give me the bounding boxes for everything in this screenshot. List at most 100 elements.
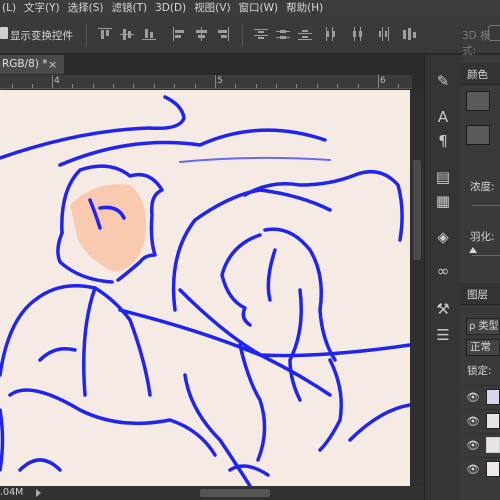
horizontal-scroll-thumb[interactable] bbox=[200, 489, 270, 497]
sketch-stroke bbox=[171, 188, 332, 312]
layer-thumbnail bbox=[486, 413, 500, 429]
options-bar: 显示变换控件 3D 模式: bbox=[0, 16, 500, 57]
eye-icon[interactable]: 👁 bbox=[466, 391, 480, 404]
3d-icon[interactable]: ◈ bbox=[433, 227, 453, 247]
show-transform-label: 显示变换控件 bbox=[10, 30, 73, 42]
sketch-stroke bbox=[178, 288, 332, 397]
ruler-tick bbox=[52, 75, 53, 88]
opacity-label: 浓度: bbox=[470, 181, 495, 193]
color-panel-header[interactable]: 颜色 bbox=[460, 63, 500, 85]
layers-panel-title: 图层 bbox=[467, 289, 488, 301]
ruler-label: 5 bbox=[217, 76, 223, 86]
sketch-stroke bbox=[288, 288, 303, 402]
lock-label: 锁定: bbox=[467, 365, 492, 377]
adjust-icon[interactable]: ☰ bbox=[433, 325, 453, 345]
menu-bar: (L) 文字(Y) 选择(S) 滤镜(T) 3D(D) 视图(V) 窗口(W) … bbox=[0, 0, 500, 16]
eye-icon[interactable]: 👁 bbox=[466, 463, 480, 476]
show-transform-checkbox[interactable] bbox=[0, 27, 8, 39]
menu-3d[interactable]: 3D(D) bbox=[151, 0, 190, 16]
swatch-button[interactable] bbox=[466, 91, 490, 111]
sketch-stroke bbox=[18, 458, 62, 472]
opacity-slider[interactable] bbox=[472, 205, 500, 206]
options-divider bbox=[86, 24, 87, 46]
align-left-icon[interactable] bbox=[172, 27, 186, 41]
options-divider bbox=[242, 24, 243, 46]
brush-tool-icon[interactable]: ✎ bbox=[433, 71, 453, 91]
swatch-button[interactable] bbox=[466, 125, 490, 145]
layers-panel-header[interactable]: 图层 bbox=[460, 283, 500, 305]
align-bottom-icon[interactable] bbox=[142, 27, 156, 41]
sketch-stroke bbox=[179, 156, 331, 163]
ruler-tick bbox=[215, 75, 216, 88]
menu-layer[interactable]: (L) bbox=[0, 0, 20, 16]
sketch-stroke bbox=[238, 343, 267, 462]
skin-fill bbox=[70, 184, 146, 272]
cc-libraries-icon[interactable]: ∞ bbox=[433, 261, 453, 281]
layer-row[interactable]: 👁 bbox=[460, 457, 500, 479]
sketch-stroke bbox=[220, 233, 262, 327]
properties-icon[interactable]: ▤ bbox=[433, 167, 453, 187]
align-vertical-center-icon[interactable] bbox=[120, 27, 134, 41]
distribute-bottom-icon[interactable] bbox=[298, 27, 312, 41]
menu-select[interactable]: 选择(S) bbox=[64, 0, 108, 16]
align-horizontal-center-icon[interactable] bbox=[194, 27, 208, 41]
canvas[interactable] bbox=[0, 90, 410, 486]
sketch-stroke bbox=[82, 286, 97, 397]
sketch-stroke bbox=[118, 308, 410, 358]
brush-settings-icon[interactable]: ⚒ bbox=[433, 299, 453, 319]
sketch-stroke bbox=[348, 403, 410, 442]
distribute-vertical-center-icon[interactable] bbox=[276, 27, 290, 41]
menu-filter[interactable]: 滤镜(T) bbox=[108, 0, 152, 16]
ruler-label: 6 bbox=[380, 76, 386, 86]
layer-thumbnail bbox=[486, 461, 500, 477]
distribute-left-icon[interactable] bbox=[324, 27, 338, 41]
character-icon[interactable]: A bbox=[433, 107, 453, 127]
3d-orbit-icon[interactable] bbox=[488, 25, 500, 41]
sketch-drawing bbox=[0, 95, 410, 486]
align-top-icon[interactable] bbox=[98, 27, 112, 41]
distribute-top-icon[interactable] bbox=[254, 27, 268, 41]
scroll-thumb[interactable] bbox=[413, 160, 421, 260]
horizontal-ruler: 4 5 6 bbox=[0, 75, 412, 89]
status-bar: .04M bbox=[0, 486, 424, 500]
blend-mode-select[interactable]: 正常 bbox=[466, 339, 500, 356]
distribute-right-icon[interactable] bbox=[376, 27, 390, 41]
menu-help[interactable]: 帮助(H) bbox=[282, 0, 327, 16]
eye-icon[interactable]: 👁 bbox=[466, 415, 480, 428]
vertical-scrollbar[interactable] bbox=[410, 90, 424, 486]
document-tab-title: RGB/8) * bbox=[2, 58, 48, 70]
notes-icon[interactable]: ▦ bbox=[433, 191, 453, 211]
ruler-tick bbox=[378, 75, 379, 88]
sketch-stroke bbox=[0, 284, 152, 397]
document-size: .04M bbox=[0, 487, 24, 498]
layer-kind-filter[interactable]: ρ 类型 bbox=[466, 318, 500, 335]
panel-icon-strip: ✎ A ¶ ▤ ▦ ◈ ∞ ⚒ ☰ bbox=[424, 55, 460, 500]
menu-window[interactable]: 窗口(W) bbox=[235, 0, 283, 16]
sketch-stroke bbox=[0, 95, 186, 160]
sketch-stroke bbox=[0, 408, 5, 472]
layer-row[interactable]: 👁 bbox=[460, 433, 500, 455]
slider-knob[interactable] bbox=[469, 247, 477, 253]
layer-thumbnail bbox=[486, 437, 500, 453]
document-tab-bar: RGB/8) * × bbox=[0, 55, 424, 74]
document-tab[interactable]: RGB/8) * × bbox=[0, 55, 64, 74]
color-panel-title: 颜色 bbox=[467, 69, 488, 81]
menu-view[interactable]: 视图(V) bbox=[190, 0, 234, 16]
sketch-stroke bbox=[228, 464, 270, 477]
paragraph-icon[interactable]: ¶ bbox=[433, 131, 453, 151]
eye-icon[interactable]: 👁 bbox=[466, 439, 480, 452]
feather-slider[interactable] bbox=[472, 255, 500, 256]
auto-align-icon[interactable] bbox=[402, 27, 416, 41]
menu-type[interactable]: 文字(Y) bbox=[20, 0, 64, 16]
layer-row[interactable]: 👁 bbox=[460, 409, 500, 431]
sketch-stroke bbox=[318, 358, 343, 452]
sketch-stroke bbox=[58, 128, 327, 167]
status-menu-arrow-icon[interactable] bbox=[36, 489, 41, 497]
close-icon[interactable]: × bbox=[48, 55, 57, 74]
feather-label: 羽化: bbox=[470, 231, 495, 243]
distribute-horizontal-center-icon[interactable] bbox=[350, 27, 364, 41]
layer-thumbnail bbox=[486, 389, 500, 405]
layer-row[interactable]: 👁 bbox=[460, 385, 500, 407]
align-right-icon[interactable] bbox=[216, 27, 230, 41]
ruler-label: 4 bbox=[54, 76, 60, 86]
